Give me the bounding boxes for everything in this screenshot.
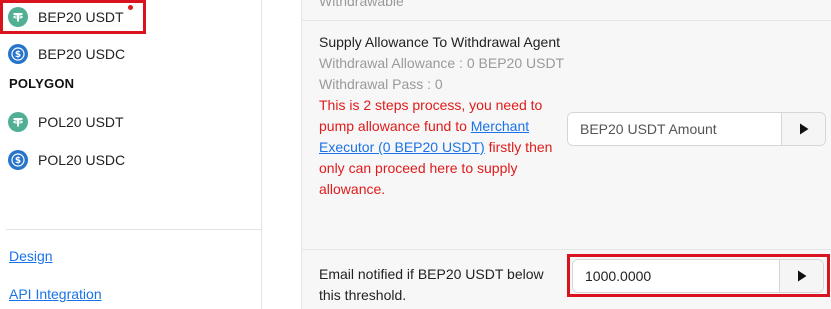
- sidebar-item-label: BEP20 USDC: [38, 46, 126, 62]
- usdc-icon: $: [8, 150, 28, 170]
- withdrawal-pass-text: Withdrawal Pass : 0: [319, 76, 443, 92]
- svg-text:$: $: [15, 50, 21, 60]
- sidebar-item-pol20-usdc[interactable]: $ POL20 USDC: [8, 148, 125, 172]
- sidebar-item-bep20-usdc[interactable]: $ BEP20 USDC: [8, 42, 125, 66]
- threshold-label: Email notified if BEP20 USDT below this …: [319, 266, 544, 303]
- threshold-submit-button[interactable]: [779, 260, 823, 292]
- usdc-icon: $: [8, 44, 28, 64]
- threshold-info: Email notified if BEP20 USDT below this …: [319, 264, 569, 306]
- allowance-amount-input[interactable]: [568, 113, 781, 145]
- threshold-group: [572, 259, 824, 293]
- section-title-polygon: POLYGON: [9, 76, 75, 91]
- api-integration-link[interactable]: API Integration: [9, 286, 102, 302]
- sidebar-item-label: BEP20 USDT: [38, 9, 124, 25]
- allowance-submit-button[interactable]: [781, 113, 825, 145]
- withdrawal-allowance-text: Withdrawal Allowance : 0 BEP20 USDT: [319, 55, 565, 71]
- allowance-info: Supply Allowance To Withdrawal Agent Wit…: [319, 32, 569, 200]
- design-link[interactable]: Design: [9, 248, 53, 264]
- sidebar-item-bep20-usdt[interactable]: BEP20 USDT: [8, 5, 124, 29]
- allowance-title: Supply Allowance To Withdrawal Agent: [319, 34, 560, 50]
- threshold-input[interactable]: [573, 260, 779, 292]
- play-icon: [797, 270, 806, 282]
- play-icon: [799, 123, 808, 135]
- sidebar: BEP20 USDT $ BEP20 USDC POLYGON POL20 US…: [0, 0, 262, 309]
- svg-text:$: $: [15, 156, 21, 166]
- sidebar-divider: [6, 229, 262, 230]
- tether-icon: [8, 112, 28, 132]
- notification-dot: [128, 5, 133, 10]
- tether-icon: [8, 7, 28, 27]
- sidebar-item-label: POL20 USDT: [38, 114, 124, 130]
- allowance-amount-group: [567, 112, 826, 146]
- withdrawable-label: Withdrawable: [319, 0, 404, 9]
- allowance-warning: This is 2 steps process, you need to pum…: [319, 95, 569, 200]
- sidebar-item-label: POL20 USDC: [38, 152, 126, 168]
- row-divider: [301, 20, 831, 21]
- row-divider: [301, 249, 831, 250]
- sidebar-item-pol20-usdt[interactable]: POL20 USDT: [8, 110, 124, 134]
- sidebar-border: [261, 0, 262, 309]
